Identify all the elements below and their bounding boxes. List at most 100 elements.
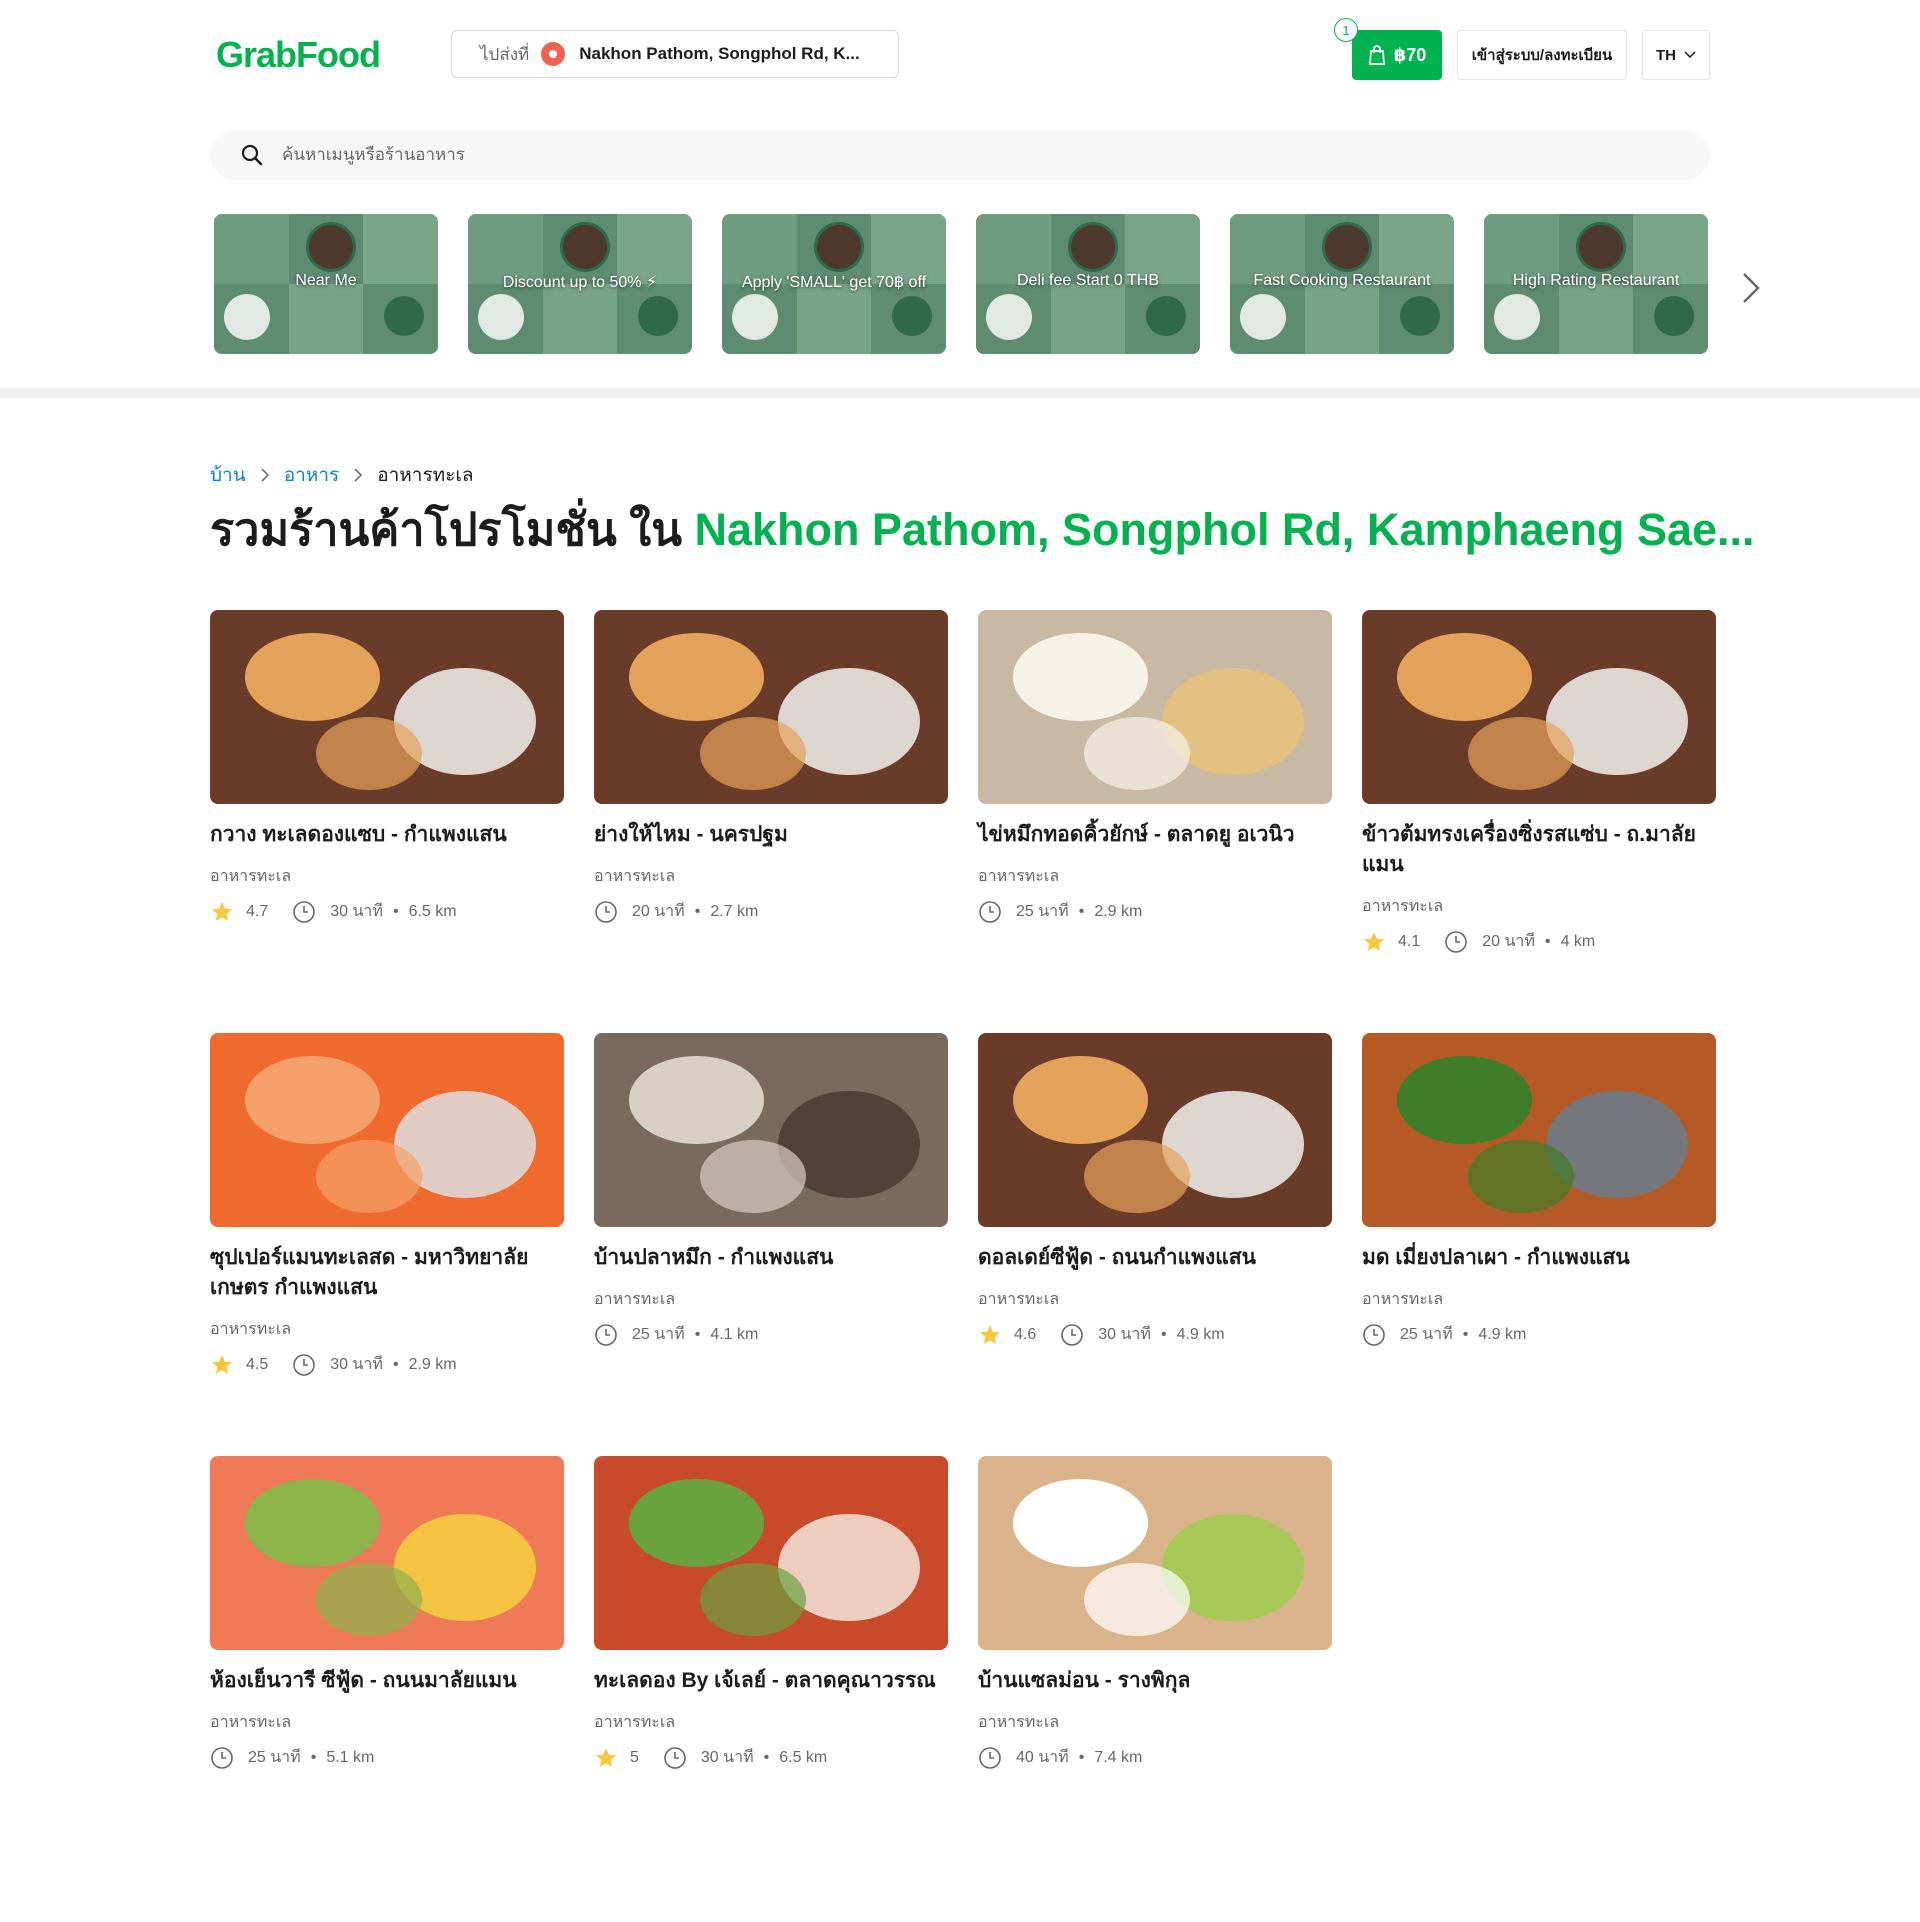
restaurant-photo[interactable] <box>210 1033 564 1227</box>
separator-dot: • <box>1544 932 1551 950</box>
delivery-time: 30 นาที <box>1098 1326 1151 1343</box>
restaurant-photo[interactable] <box>1362 610 1716 804</box>
restaurant-meta: 4.5 30 นาที • 2.9 km <box>210 1352 564 1377</box>
restaurant-cuisine: อาหารทะเล <box>210 868 292 885</box>
cart-button[interactable]: ฿70 <box>1352 30 1442 80</box>
restaurant-name[interactable]: ทะเลดอง By เจ้เลย์ - ตลาดคุณาวรรณ <box>594 1666 948 1696</box>
page-title-prefix: รวมร้านค้าโปรโมชั่น ใน <box>210 504 682 555</box>
search-input[interactable] <box>280 144 1584 166</box>
delivery-time: 30 นาที <box>700 1749 754 1766</box>
separator-dot: • <box>1160 1325 1167 1343</box>
distance: 2.7 km <box>710 902 759 920</box>
restaurant-rating: 4.1 <box>1362 930 1420 954</box>
restaurant-name[interactable]: ซุปเปอร์แมนทะเลสด - มหาวิทยาลัยเกษตร กำแ… <box>210 1243 564 1303</box>
restaurant-photo[interactable] <box>210 1456 564 1650</box>
separator-dot: • <box>763 1748 770 1766</box>
restaurant-card[interactable]: มด เมี่ยงปลาเผา - กำแพงแสนอาหารทะเล 25 นา… <box>1362 1033 1716 1347</box>
distance: 4.9 km <box>1176 1325 1225 1343</box>
restaurant-photo[interactable] <box>978 610 1332 804</box>
promo-card[interactable]: Near Me <box>214 214 438 354</box>
promo-card[interactable]: High Rating Restaurant <box>1484 214 1708 354</box>
star-icon <box>212 901 232 921</box>
promo-label: Near Me <box>295 272 357 289</box>
restaurant-cuisine: อาหารทะเล <box>978 1291 1060 1308</box>
restaurant-name[interactable]: มด เมี่ยงปลาเผา - กำแพงแสน <box>1362 1243 1716 1273</box>
promo-label: Deli fee Start 0 THB <box>1017 272 1159 289</box>
promo-card[interactable]: Apply 'SMALL' get 70฿ off <box>722 214 946 354</box>
distance: 7.4 km <box>1094 1748 1143 1766</box>
restaurant-name[interactable]: บ้านปลาหมึก - กำแพงแสน <box>594 1243 948 1273</box>
restaurant-card[interactable]: ทะเลดอง By เจ้เลย์ - ตลาดคุณาวรรณ อาหารทะ… <box>594 1456 948 1770</box>
chevron-right-icon <box>354 468 363 482</box>
restaurant-photo[interactable] <box>1362 1033 1716 1227</box>
grabfood-logo[interactable]: GrabFood <box>216 34 381 76</box>
restaurant-photo[interactable] <box>594 1033 948 1227</box>
language-selector[interactable]: TH <box>1642 30 1710 80</box>
breadcrumb-home[interactable]: บ้าน <box>210 460 246 490</box>
restaurant-card[interactable]: บ้านปลาหมึก - กำแพงแสนอาหารทะเล 25 นาที • 4… <box>594 1033 948 1347</box>
restaurant-meta: 20 นาที • 2.7 km <box>594 899 948 924</box>
rating-value: 4.7 <box>246 902 269 920</box>
restaurant-cuisine: อาหารทะเล <box>594 1291 676 1308</box>
restaurant-meta: 40 นาที • 7.4 km <box>978 1745 1332 1770</box>
restaurant-photo[interactable] <box>978 1456 1332 1650</box>
carousel-next-icon[interactable] <box>1740 270 1762 306</box>
restaurant-photo[interactable] <box>594 610 948 804</box>
breadcrumb-food[interactable]: อาหาร <box>284 460 339 490</box>
cart[interactable]: 1 ฿70 <box>1334 18 1442 80</box>
promo-card[interactable]: Fast Cooking Restaurant <box>1230 214 1454 354</box>
separator-dot: • <box>694 902 701 920</box>
restaurant-name[interactable]: กวาง ทะเลดองแซบ - กำแพงแสน <box>210 820 564 850</box>
restaurant-photo[interactable] <box>978 1033 1332 1227</box>
clock-icon <box>1061 1323 1084 1346</box>
chevron-right-icon <box>261 468 269 482</box>
restaurant-name[interactable]: ไข่หมึกทอดคิ้วยักษ์ - ตลาดยู อเวนิว <box>978 820 1332 850</box>
distance: 4.9 km <box>1478 1325 1527 1343</box>
restaurant-photo[interactable] <box>594 1456 948 1650</box>
top-header: GrabFood ไปส่งที่ Nakhon Pathom, Songpho… <box>0 0 1920 110</box>
separator-dot: • <box>694 1325 701 1343</box>
clock-icon <box>293 900 316 923</box>
promo-card[interactable]: Deli fee Start 0 THB <box>976 214 1200 354</box>
restaurant-card[interactable]: ย่างให้ไหม - นครปฐม อาหารทะเล 20 นาที • 2.7 … <box>594 610 948 924</box>
separator-dot: • <box>392 902 399 920</box>
restaurant-meta: 25 นาที • 5.1 km <box>210 1745 564 1770</box>
distance: 5.1 km <box>326 1748 375 1766</box>
restaurant-card[interactable]: ไข่หมึกทอดคิ้วยักษ์ - ตลาดยู อเวนิว อาหาร… <box>978 610 1332 924</box>
restaurant-card[interactable]: บ้านแซลม่อน - รางพิกุล อาหารทะเล 40 นาที • 7… <box>978 1456 1332 1770</box>
separator-dot: • <box>392 1355 399 1373</box>
restaurant-card[interactable]: ซุปเปอร์แมนทะเลสด - มหาวิทยาลัยเกษตร กำแ… <box>210 1033 564 1377</box>
restaurant-card[interactable]: ข้าวต้มทรงเครื่องซิ่งรสแซ่บ - ถ.มาลัยแมน… <box>1362 610 1716 954</box>
delivery-location-selector[interactable]: ไปส่งที่ Nakhon Pathom, Songphol Rd, K..… <box>451 30 899 78</box>
search-bar[interactable] <box>210 130 1710 180</box>
restaurant-card[interactable]: ดอลเดย์ซีฟู้ด - ถนนกำแพงแสนอาหารทะเล 4.6 3… <box>978 1033 1332 1347</box>
clock-icon <box>1363 1323 1385 1346</box>
restaurant-name[interactable]: บ้านแซลม่อน - รางพิกุล <box>978 1666 1332 1696</box>
promo-card[interactable]: Discount up to 50% ⚡ <box>468 214 692 354</box>
page-title: รวมร้านค้าโปรโมชั่น ใน Nakhon Pathom, So… <box>210 493 1755 565</box>
login-register-button[interactable]: เข้าสู่ระบบ/ลงทะเบียน <box>1457 30 1627 80</box>
delivery-time: 20 นาที <box>632 903 685 920</box>
restaurant-name[interactable]: ห้องเย็นวารี ซีฟู้ด - ถนนมาลัยแมน <box>210 1666 564 1696</box>
restaurant-meta: 25 นาที • 4.9 km <box>1362 1322 1716 1347</box>
restaurant-photo[interactable] <box>210 610 564 804</box>
restaurant-name[interactable]: ย่างให้ไหม - นครปฐม <box>594 820 948 850</box>
restaurant-meta: 5 30 นาที • 6.5 km <box>594 1745 948 1770</box>
distance: 4.1 km <box>710 1325 759 1343</box>
restaurant-name[interactable]: ดอลเดย์ซีฟู้ด - ถนนกำแพงแสน <box>978 1243 1332 1273</box>
distance: 4 km <box>1560 932 1596 950</box>
promo-label: Discount up to 50% ⚡ <box>502 274 658 291</box>
clock-icon <box>979 900 1001 923</box>
restaurant-cuisine: อาหารทะเล <box>1362 1291 1444 1308</box>
restaurant-name[interactable]: ข้าวต้มทรงเครื่องซิ่งรสแซ่บ - ถ.มาลัยแมน <box>1362 820 1716 880</box>
restaurant-card[interactable]: ห้องเย็นวารี ซีฟู้ด - ถนนมาลัยแมน อาหารทะ… <box>210 1456 564 1770</box>
clock-icon <box>293 1353 316 1376</box>
separator-dot: • <box>1078 1748 1085 1766</box>
restaurant-card[interactable]: กวาง ทะเลดองแซบ - กำแพงแสน อาหารทะเล 4.7 30… <box>210 610 564 924</box>
search-icon <box>241 144 263 166</box>
rating-value: 4.5 <box>246 1355 269 1373</box>
delivery-time: 25 นาที <box>632 1326 685 1343</box>
delivery-time: 20 นาที <box>1482 933 1535 950</box>
page-title-location: Nakhon Pathom, Songphol Rd, Kamphaeng Sa… <box>694 504 1755 555</box>
restaurant-rating: 4.6 <box>978 1323 1036 1347</box>
